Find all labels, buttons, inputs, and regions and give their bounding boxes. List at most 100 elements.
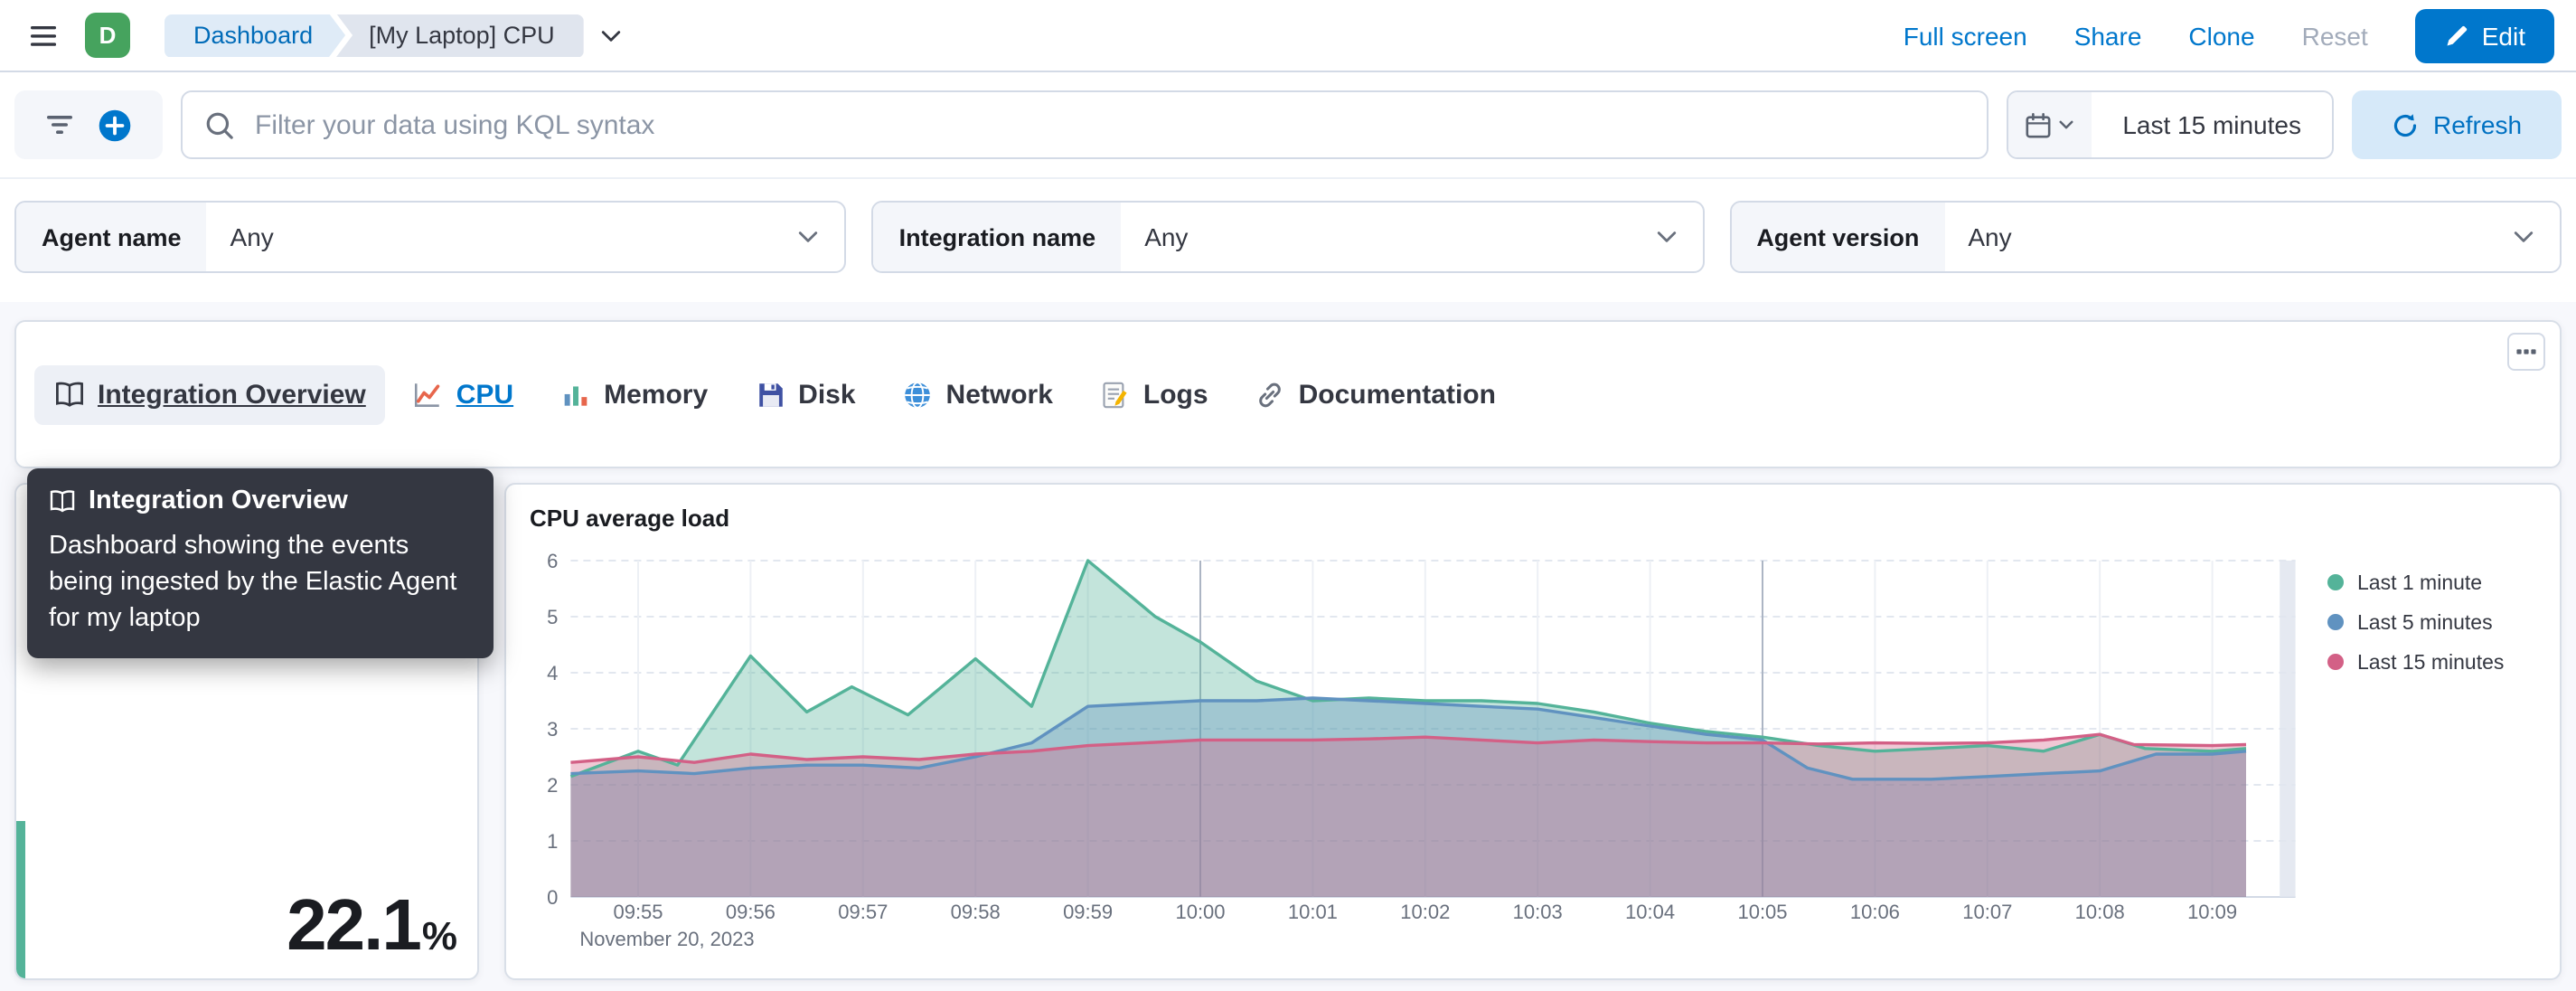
control-value: Any: [230, 222, 274, 251]
unified-search-bar: Last 15 minutes Refresh: [0, 72, 2576, 179]
chevron-down-icon: [796, 224, 845, 250]
svg-text:November 20, 2023: November 20, 2023: [579, 928, 754, 950]
svg-text:10:02: 10:02: [1400, 901, 1450, 923]
svg-text:0: 0: [547, 886, 558, 909]
svg-text:10:09: 10:09: [2187, 901, 2237, 923]
line-chart-icon: [413, 379, 444, 410]
kibana-dashboard-app: D Dashboard [My Laptop] CPU Full screen …: [0, 0, 2576, 991]
control-value: Any: [1144, 222, 1189, 251]
svg-text:5: 5: [547, 606, 558, 628]
full-screen-button[interactable]: Full screen: [1904, 21, 2027, 50]
svg-text:10:08: 10:08: [2075, 901, 2125, 923]
bar-chart-icon: [560, 379, 591, 410]
svg-text:09:55: 09:55: [613, 901, 663, 923]
svg-text:2: 2: [547, 774, 558, 797]
cpu-load-chart[interactable]: 0 1 2 3 4 5 6 09:55 09:56 09:57 09:58 09:59 10:00 10:…: [506, 535, 2558, 969]
svg-text:10:04: 10:04: [1625, 901, 1675, 923]
header-left: D Dashboard [My Laptop] CPU: [22, 13, 624, 58]
nav-link-label: Logs: [1142, 379, 1208, 410]
edit-button-label: Edit: [2481, 21, 2525, 50]
nav-link-integration-overview[interactable]: Integration Overview: [34, 364, 386, 424]
nav-link-disk[interactable]: Disk: [735, 364, 875, 424]
breadcrumb-dashboard[interactable]: Dashboard: [165, 14, 345, 57]
refresh-button[interactable]: Refresh: [2352, 90, 2562, 159]
tooltip-title-text: Integration Overview: [89, 486, 348, 515]
nav-link-memory[interactable]: Memory: [541, 364, 728, 424]
pencil-icon: [2444, 23, 2469, 48]
kql-search-input[interactable]: [251, 108, 1966, 142]
chart-title: CPU average load: [530, 505, 730, 532]
dashboard-nav-links: Integration Overview CPU Memory Disk Net…: [16, 364, 1516, 424]
chevron-down-icon[interactable]: [598, 23, 624, 48]
svg-text:10:06: 10:06: [1850, 901, 1900, 923]
svg-text:1: 1: [547, 830, 558, 853]
hamburger-menu-icon[interactable]: [22, 14, 65, 57]
metric-value: 22.1: [287, 886, 422, 966]
panel-options-button[interactable]: [2507, 333, 2545, 371]
chevron-down-icon: [1653, 224, 1702, 250]
svg-text:10:03: 10:03: [1513, 901, 1563, 923]
nav-link-cpu[interactable]: CPU: [393, 364, 533, 424]
metric-accent-bar: [16, 821, 25, 978]
filter-button-group: [14, 90, 163, 159]
book-icon: [49, 487, 76, 514]
breadcrumb: Dashboard [My Laptop] CPU: [165, 14, 624, 57]
control-agent-version[interactable]: Agent version Any: [1729, 201, 2562, 273]
memo-icon: [1100, 379, 1131, 410]
nav-link-label: Documentation: [1298, 379, 1496, 410]
search-icon: [204, 109, 235, 140]
clone-button[interactable]: Clone: [2188, 21, 2254, 50]
svg-text:09:59: 09:59: [1063, 901, 1113, 923]
book-icon: [54, 379, 85, 410]
link-icon: [1255, 379, 1286, 410]
control-integration-name[interactable]: Integration name Any: [871, 201, 1705, 273]
svg-text:Last 5 minutes: Last 5 minutes: [2357, 610, 2493, 634]
globe-icon: [903, 379, 934, 410]
add-filter-icon[interactable]: [98, 108, 132, 142]
control-label: Agent name: [16, 203, 207, 271]
svg-text:Last 1 minute: Last 1 minute: [2357, 571, 2482, 594]
svg-text:10:00: 10:00: [1175, 901, 1225, 923]
control-label: Agent version: [1731, 203, 1945, 271]
controls-bar: Agent name Any Integration name Any Agen…: [0, 179, 2576, 302]
control-value: Any: [1968, 222, 2012, 251]
svg-text:6: 6: [547, 550, 558, 572]
markdown-links-panel: Integration Overview CPU Memory Disk Net…: [14, 320, 2562, 468]
refresh-icon: [2392, 111, 2419, 138]
svg-text:Last 15 minutes: Last 15 minutes: [2357, 650, 2504, 674]
nav-link-label: Integration Overview: [98, 379, 366, 410]
filter-funnel-icon[interactable]: [45, 110, 74, 139]
nav-link-network[interactable]: Network: [883, 364, 1073, 424]
nav-link-label: Network: [945, 379, 1053, 410]
nav-link-label: Disk: [798, 379, 856, 410]
svg-text:3: 3: [547, 718, 558, 741]
global-header: D Dashboard [My Laptop] CPU Full screen …: [0, 0, 2576, 72]
time-range-value[interactable]: Last 15 minutes: [2092, 92, 2332, 157]
cpu-chart-panel: CPU average load 0 1 2 3 4 5 6 09:55 09:56 09:57 0…: [504, 483, 2562, 980]
svg-text:09:56: 09:56: [726, 901, 776, 923]
chevron-down-icon: [2511, 224, 2560, 250]
edit-button[interactable]: Edit: [2414, 8, 2554, 62]
reset-button: Reset: [2301, 21, 2368, 50]
control-agent-name[interactable]: Agent name Any: [14, 201, 847, 273]
metric-readout: 22.1 %: [287, 886, 457, 967]
metric-unit: %: [421, 913, 457, 958]
date-picker-calendar-button[interactable]: [2008, 92, 2092, 157]
svg-text:10:01: 10:01: [1288, 901, 1338, 923]
kql-search-box: [181, 90, 1989, 159]
refresh-button-label: Refresh: [2432, 110, 2523, 139]
tooltip-body: Dashboard showing the events being inges…: [49, 532, 457, 633]
calendar-icon: [2025, 111, 2052, 138]
space-avatar[interactable]: D: [85, 13, 130, 58]
svg-text:09:57: 09:57: [838, 901, 888, 923]
share-button[interactable]: Share: [2074, 21, 2142, 50]
chevron-down-icon: [2057, 116, 2075, 134]
breadcrumb-current-dashboard[interactable]: [My Laptop] CPU: [336, 14, 584, 57]
svg-text:10:07: 10:07: [1962, 901, 2012, 923]
dashboard-viewport: Integration Overview CPU Memory Disk Net…: [0, 302, 2576, 980]
tooltip-title: Integration Overview: [49, 486, 472, 515]
nav-link-documentation[interactable]: Documentation: [1236, 364, 1516, 424]
nav-link-logs[interactable]: Logs: [1080, 364, 1228, 424]
header-actions: Full screen Share Clone Reset Edit: [1904, 8, 2554, 62]
svg-text:09:58: 09:58: [951, 901, 1001, 923]
